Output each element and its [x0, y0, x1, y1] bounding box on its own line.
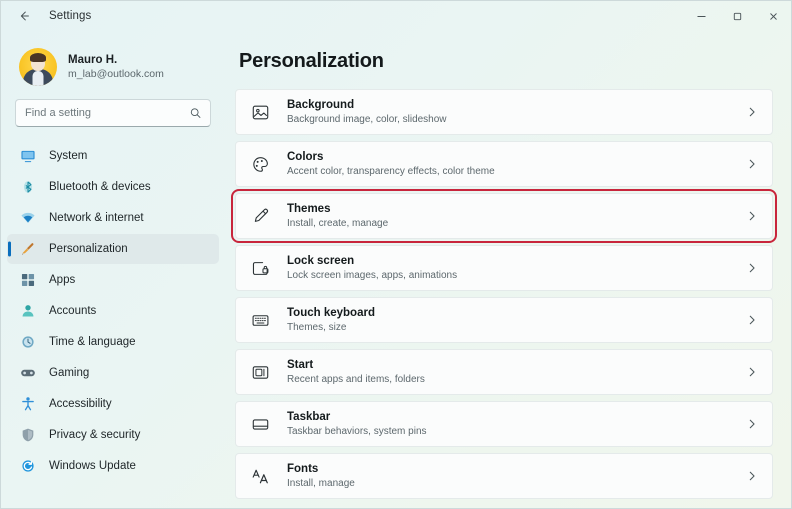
- chevron-right-icon: [746, 158, 758, 170]
- chevron-right-icon: [746, 210, 758, 222]
- maximize-button[interactable]: [719, 1, 755, 31]
- card-subtitle: Recent apps and items, folders: [287, 374, 425, 387]
- sidebar-nav: System Bluetooth & devices: [1, 141, 225, 481]
- card-title: Touch keyboard: [287, 306, 375, 320]
- close-button[interactable]: [755, 1, 791, 31]
- settings-card-touch-keyboard[interactable]: Touch keyboard Themes, size: [235, 297, 773, 343]
- chevron-right-icon: [746, 366, 758, 378]
- gamepad-icon: [19, 365, 36, 382]
- settings-card-themes[interactable]: Themes Install, create, manage: [235, 193, 773, 239]
- sidebar-item-label: System: [49, 150, 87, 162]
- sidebar: Mauro H. m_lab@outlook.com: [1, 31, 225, 509]
- search-input[interactable]: [16, 107, 210, 119]
- card-subtitle: Taskbar behaviors, system pins: [287, 426, 427, 439]
- sidebar-item-label: Accessibility: [49, 398, 112, 410]
- sidebar-item-label: Time & language: [49, 336, 136, 348]
- settings-card-start[interactable]: Start Recent apps and items, folders: [235, 349, 773, 395]
- paintbrush-icon: [19, 241, 36, 258]
- sidebar-item-system[interactable]: System: [7, 141, 219, 171]
- card-title: Background: [287, 98, 447, 112]
- sidebar-item-label: Privacy & security: [49, 429, 140, 441]
- monitor-icon: [19, 148, 36, 165]
- sidebar-item-privacy-security[interactable]: Privacy & security: [7, 420, 219, 450]
- back-button[interactable]: [9, 1, 39, 31]
- sidebar-item-label: Windows Update: [49, 460, 136, 472]
- card-title: Fonts: [287, 462, 355, 476]
- settings-card-background[interactable]: Background Background image, color, slid…: [235, 89, 773, 135]
- chevron-right-icon: [746, 418, 758, 430]
- image-icon: [249, 101, 271, 123]
- title-bar: Settings: [1, 1, 791, 31]
- close-icon: [768, 11, 779, 22]
- settings-card-colors[interactable]: Colors Accent color, transparency effect…: [235, 141, 773, 187]
- settings-window: Settings: [0, 0, 792, 509]
- taskbar-icon: [249, 413, 271, 435]
- minimize-button[interactable]: [683, 1, 719, 31]
- page-title: Personalization: [239, 50, 773, 73]
- minimize-icon: [696, 11, 707, 22]
- sidebar-item-windows-update[interactable]: Windows Update: [7, 451, 219, 481]
- sidebar-item-personalization[interactable]: Personalization: [7, 234, 219, 264]
- keyboard-icon: [249, 309, 271, 331]
- settings-card-fonts[interactable]: Fonts Install, manage: [235, 453, 773, 499]
- chevron-right-icon: [746, 470, 758, 482]
- sidebar-item-network-internet[interactable]: Network & internet: [7, 203, 219, 233]
- sidebar-item-gaming[interactable]: Gaming: [7, 358, 219, 388]
- sidebar-item-bluetooth-devices[interactable]: Bluetooth & devices: [7, 172, 219, 202]
- settings-card-list: Background Background image, color, slid…: [235, 89, 773, 499]
- account-name: Mauro H.: [68, 53, 164, 67]
- sidebar-item-label: Network & internet: [49, 212, 144, 224]
- chevron-right-icon: [746, 262, 758, 274]
- card-subtitle: Install, create, manage: [287, 218, 388, 231]
- start-icon: [249, 361, 271, 383]
- sidebar-item-label: Bluetooth & devices: [49, 181, 151, 193]
- account-tile[interactable]: Mauro H. m_lab@outlook.com: [7, 39, 219, 95]
- sidebar-item-label: Gaming: [49, 367, 89, 379]
- chevron-right-icon: [746, 106, 758, 118]
- card-subtitle: Themes, size: [287, 322, 375, 335]
- card-subtitle: Install, manage: [287, 478, 355, 491]
- card-subtitle: Lock screen images, apps, animations: [287, 270, 457, 283]
- fonts-icon: [249, 465, 271, 487]
- sidebar-item-label: Personalization: [49, 243, 128, 255]
- palette-icon: [249, 153, 271, 175]
- window-controls: [683, 1, 791, 31]
- main-content: Personalization Background Background im…: [225, 31, 791, 508]
- card-title: Themes: [287, 202, 388, 216]
- sidebar-item-apps[interactable]: Apps: [7, 265, 219, 295]
- sidebar-item-label: Accounts: [49, 305, 96, 317]
- bluetooth-icon: [19, 179, 36, 196]
- apps-grid-icon: [19, 272, 36, 289]
- arrow-left-icon: [17, 9, 31, 23]
- card-subtitle: Background image, color, slideshow: [287, 114, 447, 127]
- card-title: Taskbar: [287, 410, 427, 424]
- search-box[interactable]: [15, 99, 211, 127]
- accessibility-icon: [19, 396, 36, 413]
- wifi-icon: [19, 210, 36, 227]
- card-title: Start: [287, 358, 425, 372]
- search-icon: [189, 107, 202, 120]
- chevron-right-icon: [746, 314, 758, 326]
- settings-card-taskbar[interactable]: Taskbar Taskbar behaviors, system pins: [235, 401, 773, 447]
- card-subtitle: Accent color, transparency effects, colo…: [287, 166, 495, 179]
- card-title: Colors: [287, 150, 495, 164]
- shield-icon: [19, 427, 36, 444]
- lock-screen-icon: [249, 257, 271, 279]
- refresh-icon: [19, 458, 36, 475]
- avatar: [19, 48, 57, 86]
- clock-icon: [19, 334, 36, 351]
- titlebar-label: Settings: [49, 10, 91, 22]
- account-email: m_lab@outlook.com: [68, 68, 164, 81]
- sidebar-item-label: Apps: [49, 274, 75, 286]
- sidebar-item-accounts[interactable]: Accounts: [7, 296, 219, 326]
- card-title: Lock screen: [287, 254, 457, 268]
- settings-card-lock-screen[interactable]: Lock screen Lock screen images, apps, an…: [235, 245, 773, 291]
- sidebar-item-accessibility[interactable]: Accessibility: [7, 389, 219, 419]
- person-icon: [19, 303, 36, 320]
- sidebar-item-time-language[interactable]: Time & language: [7, 327, 219, 357]
- maximize-icon: [732, 11, 743, 22]
- pencil-icon: [249, 205, 271, 227]
